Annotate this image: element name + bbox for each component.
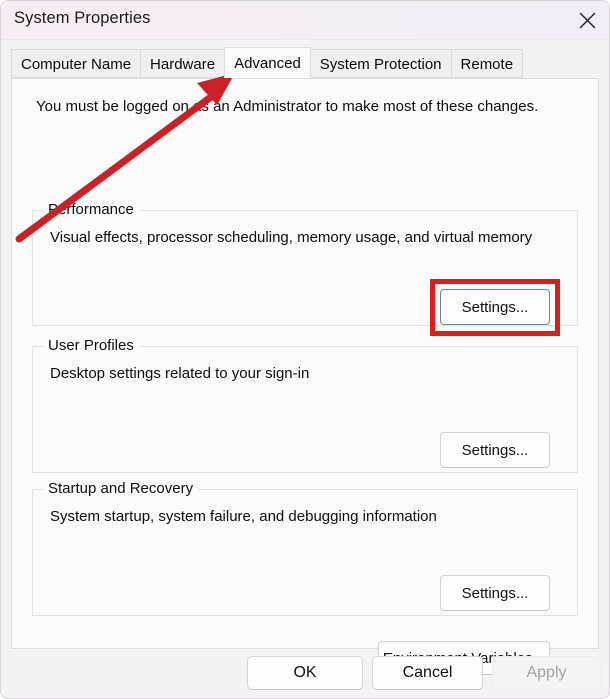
tab-hardware[interactable]: Hardware (140, 49, 226, 78)
performance-settings-button[interactable]: Settings... (440, 289, 550, 325)
administrator-note: You must be logged on as an Administrato… (36, 98, 539, 115)
system-properties-dialog: System Properties Computer Name Hardware… (0, 0, 610, 699)
startup-recovery-group-label: Startup and Recovery (44, 480, 199, 497)
user-profiles-settings-button[interactable]: Settings... (440, 432, 550, 468)
close-icon[interactable] (563, 1, 609, 39)
tab-remote[interactable]: Remote (450, 49, 524, 78)
ok-button[interactable]: OK (247, 656, 363, 690)
startup-recovery-settings-button[interactable]: Settings... (440, 575, 550, 611)
tab-strip: Computer Name Hardware Advanced System P… (11, 47, 524, 78)
startup-recovery-group-description: System startup, system failure, and debu… (50, 508, 437, 525)
tab-computer-name[interactable]: Computer Name (11, 49, 142, 78)
user-profiles-group-description: Desktop settings related to your sign-in (50, 365, 310, 382)
window-title: System Properties (14, 9, 151, 27)
performance-group-label: Performance (44, 201, 139, 218)
cancel-button[interactable]: Cancel (372, 656, 483, 690)
title-bar: System Properties (1, 1, 609, 40)
tab-system-protection[interactable]: System Protection (309, 49, 452, 78)
apply-button[interactable]: Apply (492, 656, 601, 690)
performance-group-description: Visual effects, processor scheduling, me… (50, 229, 533, 246)
advanced-tab-panel: You must be logged on as an Administrato… (11, 78, 599, 675)
tab-advanced[interactable]: Advanced (224, 47, 311, 78)
user-profiles-group-label: User Profiles (44, 337, 139, 354)
